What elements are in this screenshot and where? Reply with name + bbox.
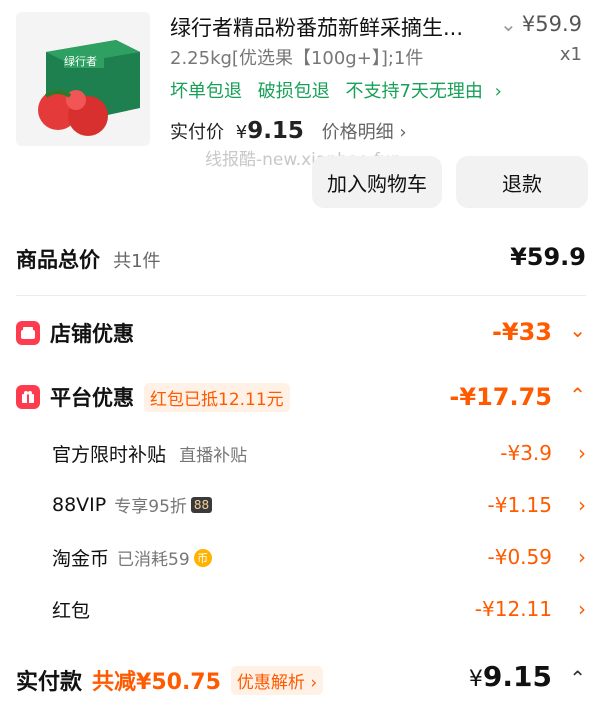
platform-discount-value: -¥17.75 [449,383,552,411]
shop-discount-label: 店铺优惠 [50,322,134,346]
add-to-cart-button[interactable]: 加入购物车 [312,156,442,208]
list-item-coin[interactable]: 淘金币 已消耗59 币 [52,544,212,571]
coin-icon: 币 [193,548,212,567]
list-item-subsidy[interactable]: 官方限时补贴 直播补贴 [52,440,247,467]
tag-damage: 破损包退 [257,81,330,102]
product-title[interactable]: 绿行者精品粉番茄新鲜采摘生... [170,12,463,42]
discount-analysis-button[interactable]: 优惠解析 › [230,665,324,695]
product-spec: 2.25kg[优选果【100g+】];1件 [170,48,424,69]
chevron-right-icon: › [399,122,407,143]
product-quantity: x1 [559,44,582,65]
total-value: ¥59.9 [510,243,586,271]
pay-label: 实付价 [170,122,224,143]
pay-price: 实付价 ¥9.15 价格明细 › [170,118,407,144]
tag-bad-fruit: 坏单包退 [170,81,242,102]
chevron-right-icon[interactable]: › [578,441,586,465]
pay-currency: ¥ [235,122,248,143]
coin-value: -¥0.59 [487,545,552,569]
chevron-right-icon: › [494,81,502,102]
tag-no-7day: 不支持7天无理由 [345,81,483,102]
final-label: 实付款 [16,670,83,695]
gift-icon [16,385,40,409]
redpacket-pill: 红包已抵12.11元 [144,382,290,412]
final-price: ¥9.15 [468,660,552,693]
chevron-right-icon[interactable]: › [578,493,586,517]
product-image[interactable]: 绿行者 [16,12,150,146]
vip-value: -¥1.15 [487,493,552,517]
list-item-redpacket[interactable]: 红包 [52,596,90,623]
chevron-right-icon[interactable]: › [578,545,586,569]
service-tags[interactable]: 坏单包退 破损包退 不支持7天无理由 › [170,77,502,103]
redpacket-value: -¥12.11 [474,597,552,621]
list-item-88vip[interactable]: 88VIP 专享95折 88 [52,492,213,517]
shop-discount-value: -¥33 [491,318,552,346]
shop-icon [16,321,40,345]
box-label: 绿行者 [64,54,97,68]
subsidy-value: -¥3.9 [500,441,552,465]
chevron-down-icon[interactable]: ⌄ [569,318,586,342]
product-price: ¥59.9 [521,12,582,36]
vip-badge-icon: 88 [190,496,213,513]
price-detail-link[interactable]: 价格明细 › [322,122,407,143]
chevron-right-icon[interactable]: › [578,597,586,621]
refund-button[interactable]: 退款 [456,156,588,208]
divider [16,295,586,296]
total-count: 共1件 [113,251,161,272]
chevron-down-icon[interactable]: ⌄ [500,12,517,36]
shop-discount-row[interactable]: 店铺优惠 [16,318,134,348]
platform-discount-row[interactable]: 平台优惠 红包已抵12.11元 [16,382,290,412]
chevron-up-icon[interactable]: ⌃ [569,666,586,690]
saved-amount: 共减¥50.75 [92,670,221,695]
final-row: 实付款 共减¥50.75 优惠解析 › [16,664,324,696]
chevron-up-icon[interactable]: ⌃ [569,383,586,407]
total-label: 商品总价 [16,248,100,272]
platform-discount-label: 平台优惠 [50,386,134,410]
total-row: 商品总价 共1件 [16,244,161,274]
pay-value: 9.15 [247,118,304,144]
